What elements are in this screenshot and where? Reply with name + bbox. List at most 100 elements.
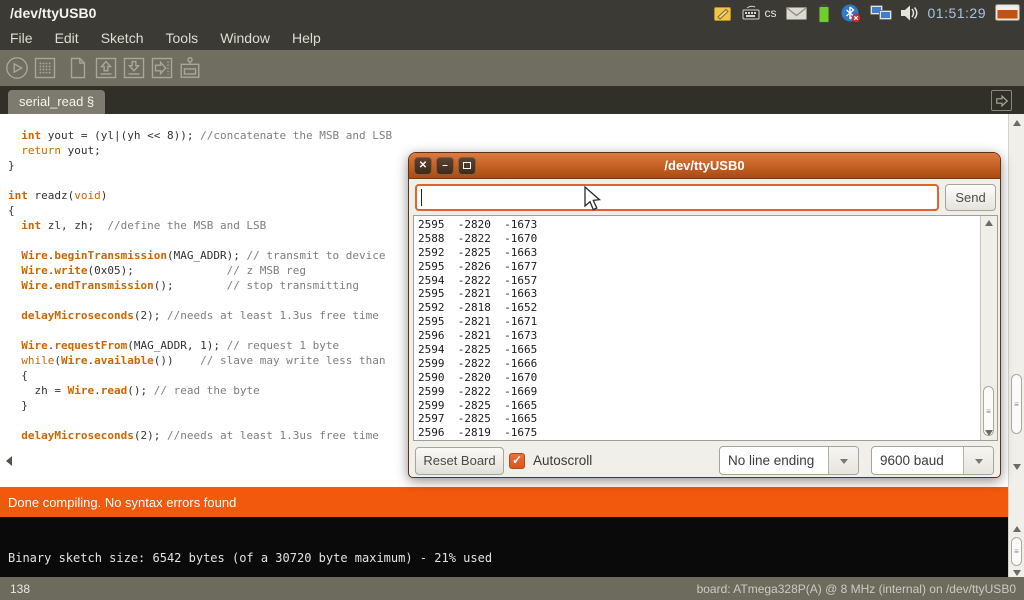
network-icon[interactable] — [870, 4, 892, 22]
code-line: zh = Wire.read(); // read the byte — [8, 383, 392, 398]
serial-line: 2594 -2825 -1665 — [418, 343, 980, 357]
serial-line: 2588 -2822 -1670 — [418, 232, 980, 246]
chevron-down-icon[interactable] — [828, 447, 858, 474]
serial-scroll-up-icon[interactable] — [985, 220, 993, 226]
console-scroll-down-icon[interactable] — [1013, 570, 1021, 576]
serial-line: 2595 -2826 -1677 — [418, 260, 980, 274]
serial-monitor-window: /dev/ttyUSB0 ✕ – Send 2595 -2820 -167325… — [408, 152, 1001, 478]
code-line: { — [8, 368, 392, 383]
system-tray: cs 01:51:29 — [713, 0, 1021, 26]
save-button[interactable] — [122, 56, 146, 80]
editor-scroll-down-icon[interactable] — [1013, 464, 1021, 470]
tab-menu-button[interactable] — [991, 90, 1012, 111]
code-line: delayMicroseconds(2); //needs at least 1… — [8, 308, 392, 323]
code-line: int readz(void) — [8, 188, 392, 203]
mail-icon[interactable] — [786, 5, 807, 21]
menu-tools[interactable]: Tools — [166, 30, 199, 46]
serial-line: 2595 -2821 -1663 — [418, 287, 980, 301]
serial-line: 2590 -2820 -1670 — [418, 371, 980, 385]
serial-output-panel[interactable]: 2595 -2820 -16732588 -2822 -16702592 -28… — [413, 215, 998, 441]
editor-scroll-thumb[interactable]: ≡ — [1011, 374, 1022, 434]
code-area[interactable]: int yout = (yl|(yh << 8)); //concatenate… — [8, 128, 392, 443]
line-ending-value: No line ending — [728, 447, 814, 474]
console-scroll-up-icon[interactable] — [1013, 526, 1021, 532]
right-scroll-column[interactable]: ≡ ≡ — [1008, 114, 1024, 577]
screen: /dev/ttyUSB0 cs 01:51:29 File Edit Sketch T… — [0, 0, 1024, 600]
code-line: delayMicroseconds(2); //needs at least 1… — [8, 428, 392, 443]
serial-line: 2596 -2819 -1675 — [418, 426, 980, 440]
serial-line: 2599 -2822 -1669 — [418, 385, 980, 399]
code-line: } — [8, 398, 392, 413]
battery-icon[interactable] — [816, 4, 832, 23]
line-number-indicator: 138 — [0, 582, 697, 596]
window-title: /dev/ttyUSB0 — [0, 5, 96, 21]
menu-sketch[interactable]: Sketch — [101, 30, 144, 46]
serial-monitor-button[interactable] — [178, 56, 202, 80]
autoscroll-checkbox[interactable] — [509, 453, 525, 469]
menu-window[interactable]: Window — [220, 30, 270, 46]
line-ending-dropdown[interactable]: No line ending — [719, 446, 859, 475]
menubar: File Edit Sketch Tools Window Help — [0, 26, 1024, 50]
compile-status-text: Done compiling. No syntax errors found — [8, 495, 236, 510]
menu-help[interactable]: Help — [292, 30, 321, 46]
new-sketch-button[interactable] — [66, 56, 90, 80]
volume-icon[interactable] — [901, 5, 919, 21]
hscroll-left-arrow-icon[interactable] — [6, 456, 12, 466]
bottom-status-bar: 138 board: ATmega328P(A) @ 8 MHz (intern… — [0, 577, 1024, 600]
keyboard-layout-label[interactable]: cs — [765, 6, 777, 20]
baud-rate-value: 9600 baud — [880, 447, 944, 474]
serial-line: 2592 -2825 -1663 — [418, 246, 980, 260]
keyboard-layout-icon[interactable] — [742, 4, 761, 23]
tabbar: serial_read § — [0, 86, 1024, 114]
code-line — [8, 233, 392, 248]
code-line — [8, 293, 392, 308]
board-info: board: ATmega328P(A) @ 8 MHz (internal) … — [697, 582, 1024, 596]
serial-output: 2595 -2820 -16732588 -2822 -16702592 -28… — [414, 216, 980, 440]
mouse-cursor-icon — [583, 186, 605, 217]
maximize-button[interactable] — [458, 157, 476, 175]
stop-button[interactable] — [33, 56, 57, 80]
code-line: { — [8, 203, 392, 218]
reset-board-button[interactable]: Reset Board — [415, 447, 504, 475]
console-scroll-thumb[interactable]: ≡ — [1011, 537, 1022, 566]
close-button[interactable]: ✕ — [414, 157, 432, 175]
menu-edit[interactable]: Edit — [55, 30, 79, 46]
serial-line: 2597 -2825 -1665 — [418, 412, 980, 426]
top-panel: /dev/ttyUSB0 cs 01:51:29 — [0, 0, 1024, 26]
chevron-down-icon[interactable] — [963, 447, 993, 474]
minimize-button[interactable]: – — [436, 157, 454, 175]
compile-status-bar: Done compiling. No syntax errors found — [0, 487, 1008, 517]
code-line: while(Wire.available()) // slave may wri… — [8, 353, 392, 368]
serial-scroll-thumb[interactable]: ≡ — [983, 386, 994, 436]
serial-line: 2594 -2822 -1657 — [418, 274, 980, 288]
bluetooth-icon[interactable] — [841, 4, 861, 23]
serial-scroll-down-icon[interactable] — [985, 430, 993, 436]
serial-line: 2599 -2825 -1665 — [418, 399, 980, 413]
code-line: Wire.beginTransmission(MAG_ADDR); // tra… — [8, 248, 392, 263]
serial-monitor-titlebar[interactable]: /dev/ttyUSB0 — [409, 153, 1000, 179]
send-button[interactable]: Send — [945, 184, 996, 211]
open-button[interactable] — [94, 56, 118, 80]
toolbar — [0, 50, 1024, 86]
display-icon[interactable] — [995, 3, 1020, 23]
serial-line: 2599 -2822 -1666 — [418, 357, 980, 371]
serial-scrollbar[interactable]: ≡ — [980, 216, 997, 440]
code-line — [8, 173, 392, 188]
autoscroll-label[interactable]: Autoscroll — [533, 453, 592, 468]
build-console-text: Binary sketch size: 6542 bytes (of a 307… — [8, 551, 492, 565]
editor-scroll-up-icon[interactable] — [1013, 120, 1021, 126]
serial-line: 2592 -2818 -1652 — [418, 301, 980, 315]
tab-serial-read[interactable]: serial_read § — [8, 90, 105, 114]
upload-button[interactable] — [150, 56, 174, 80]
clock[interactable]: 01:51:29 — [928, 5, 987, 21]
menu-file[interactable]: File — [10, 30, 33, 46]
code-line: Wire.endTransmission(); // stop transmit… — [8, 278, 392, 293]
code-line — [8, 323, 392, 338]
baud-rate-dropdown[interactable]: 9600 baud — [871, 446, 994, 475]
serial-send-input[interactable] — [415, 184, 939, 211]
note-icon[interactable] — [713, 4, 733, 23]
code-line — [8, 413, 392, 428]
verify-button[interactable] — [5, 56, 29, 80]
serial-line: 2595 -2821 -1671 — [418, 315, 980, 329]
code-line: return yout; — [8, 143, 392, 158]
